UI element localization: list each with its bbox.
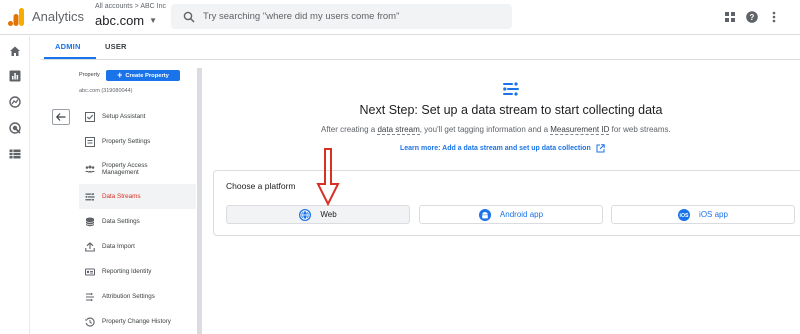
upload-icon — [85, 241, 95, 252]
data-stream-hero-icon — [503, 82, 519, 96]
database-icon — [85, 217, 95, 226]
nav-item-label: Data Import — [102, 242, 135, 250]
platform-android-button[interactable]: Android app — [419, 205, 603, 224]
annotation-arrow-icon — [316, 148, 340, 206]
advertising-icon[interactable] — [9, 122, 21, 134]
platform-android-label: Android app — [499, 210, 544, 219]
svg-text:?: ? — [750, 13, 755, 22]
search-input[interactable] — [203, 11, 503, 22]
description-text: After creating a — [321, 125, 378, 134]
platform-ios-label: iOS app — [699, 210, 728, 219]
open-in-new-icon — [596, 144, 605, 153]
more-vert-icon[interactable] — [768, 11, 780, 23]
nav-item-property-access-management[interactable]: Property Access Management — [79, 154, 196, 184]
caret-down-icon: ▼ — [149, 16, 158, 25]
tab-user[interactable]: USER — [105, 42, 127, 51]
explore-icon[interactable] — [9, 96, 21, 108]
ios-icon: iOS — [678, 208, 691, 221]
nav-item-label: Property Settings — [102, 137, 151, 145]
home-icon[interactable] — [9, 45, 21, 57]
attribution-icon — [86, 292, 94, 301]
search-icon — [183, 11, 195, 23]
nav-item-label: Reporting Identity — [102, 267, 152, 275]
create-property-button[interactable]: + Create Property — [106, 70, 180, 81]
active-tab-indicator — [44, 57, 96, 59]
svg-text:iOS: iOS — [680, 213, 689, 219]
choose-platform-label: Choose a platform — [226, 181, 296, 191]
property-id: abc.com (319080044) — [79, 88, 133, 94]
nav-item-data-settings[interactable]: Data Settings — [79, 209, 196, 234]
configure-icon[interactable] — [9, 148, 21, 160]
nav-item-property-change-history[interactable]: Property Change History — [79, 309, 196, 334]
platform-web-button[interactable]: Web — [226, 205, 410, 224]
collapse-column-button[interactable] — [52, 109, 70, 125]
history-icon — [85, 317, 95, 327]
property-name: abc.com — [95, 13, 145, 28]
nav-item-data-streams[interactable]: Data Streams — [79, 184, 196, 209]
property-nav-list: Setup Assistant Property Settings Proper… — [79, 104, 196, 334]
android-icon — [478, 208, 491, 221]
app-name: Analytics — [32, 9, 85, 24]
nav-item-label: Attribution Settings — [102, 292, 155, 300]
nav-item-attribution-settings[interactable]: Attribution Settings — [79, 284, 196, 309]
create-property-label: Create Property — [125, 72, 169, 79]
property-selector[interactable]: abc.com ▼ — [95, 13, 157, 28]
description-text: , you'll get tagging information and a — [419, 125, 551, 134]
measurement-id-term[interactable]: Measurement ID — [550, 125, 610, 135]
nav-item-property-settings[interactable]: Property Settings — [79, 129, 196, 154]
reports-icon[interactable] — [9, 70, 21, 82]
streams-icon — [85, 192, 95, 201]
nav-item-reporting-identity[interactable]: Reporting Identity — [79, 259, 196, 284]
nav-item-label: Data Settings — [102, 217, 140, 225]
nav-item-label: Property Change History — [102, 317, 171, 325]
admin-tabs: ADMIN USER — [41, 36, 800, 60]
data-stream-term[interactable]: data stream — [377, 125, 420, 135]
people-icon — [85, 165, 95, 173]
settings-box-icon — [85, 136, 95, 147]
plus-icon: + — [117, 70, 123, 80]
globe-icon — [299, 208, 312, 221]
apps-grid-icon[interactable] — [724, 11, 736, 23]
checklist-icon — [85, 111, 95, 122]
nav-item-data-import[interactable]: Data Import — [79, 234, 196, 259]
arrow-left-icon — [56, 113, 66, 121]
next-step-headline: Next Step: Set up a data stream to start… — [359, 103, 663, 117]
platform-web-label: Web — [320, 210, 337, 219]
property-column-label: Property — [79, 72, 100, 78]
next-step-description: After creating a data stream, you'll get… — [321, 125, 671, 135]
left-nav-rail — [0, 36, 30, 334]
platform-ios-button[interactable]: iOS iOS app — [611, 205, 795, 224]
account-breadcrumb[interactable]: All accounts > ABC Inc — [95, 3, 166, 10]
nav-item-label: Property Access Management — [102, 161, 148, 177]
identity-icon — [85, 268, 95, 275]
learn-more-link[interactable]: Learn more: Add a data stream and set up… — [400, 144, 605, 153]
top-app-bar: Analytics All accounts > ABC Inc abc.com… — [0, 0, 800, 35]
search-bar[interactable] — [171, 4, 512, 29]
help-icon[interactable]: ? — [746, 11, 758, 23]
description-text: for web streams. — [609, 125, 671, 134]
nav-item-label: Data Streams — [102, 192, 141, 200]
learn-more-label: Learn more: Add a data stream and set up… — [400, 145, 591, 152]
choose-platform-card: Choose a platform Web Android app iOS iO… — [213, 170, 800, 236]
analytics-logo-icon[interactable] — [8, 8, 24, 26]
tab-admin[interactable]: ADMIN — [55, 42, 81, 51]
